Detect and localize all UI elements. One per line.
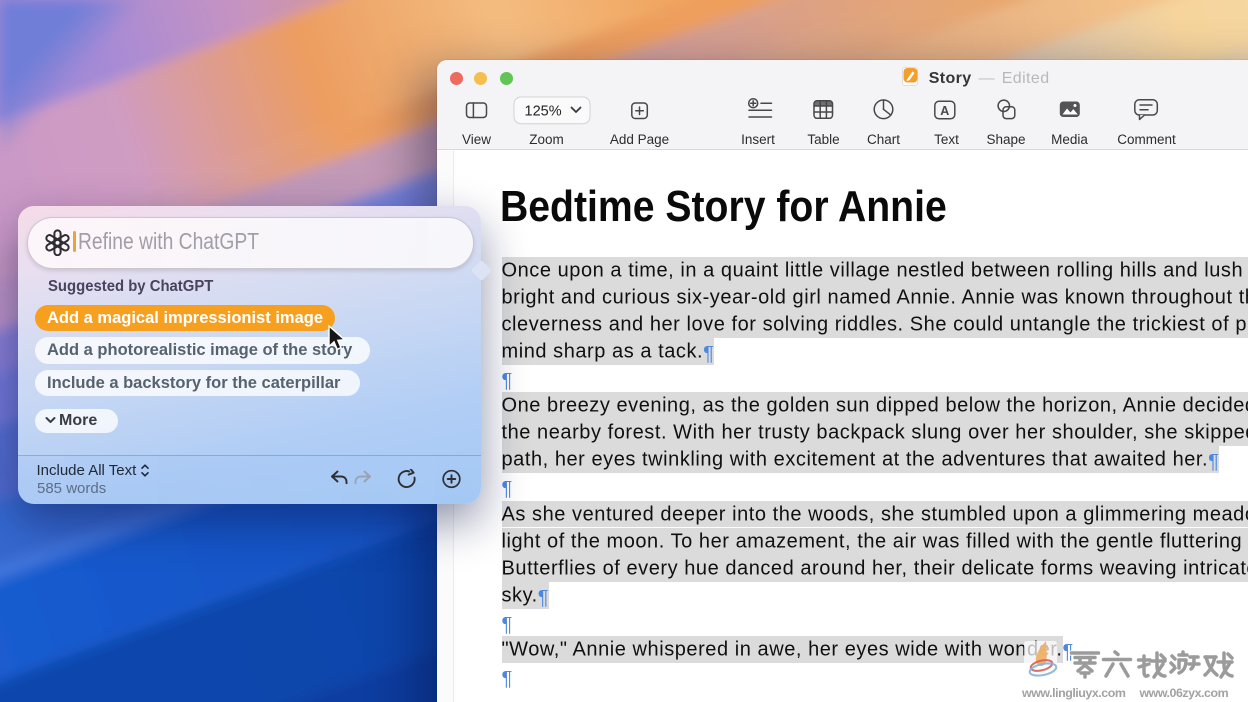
svg-text:125%: 125% (525, 104, 562, 120)
svg-text:A: A (940, 104, 949, 118)
